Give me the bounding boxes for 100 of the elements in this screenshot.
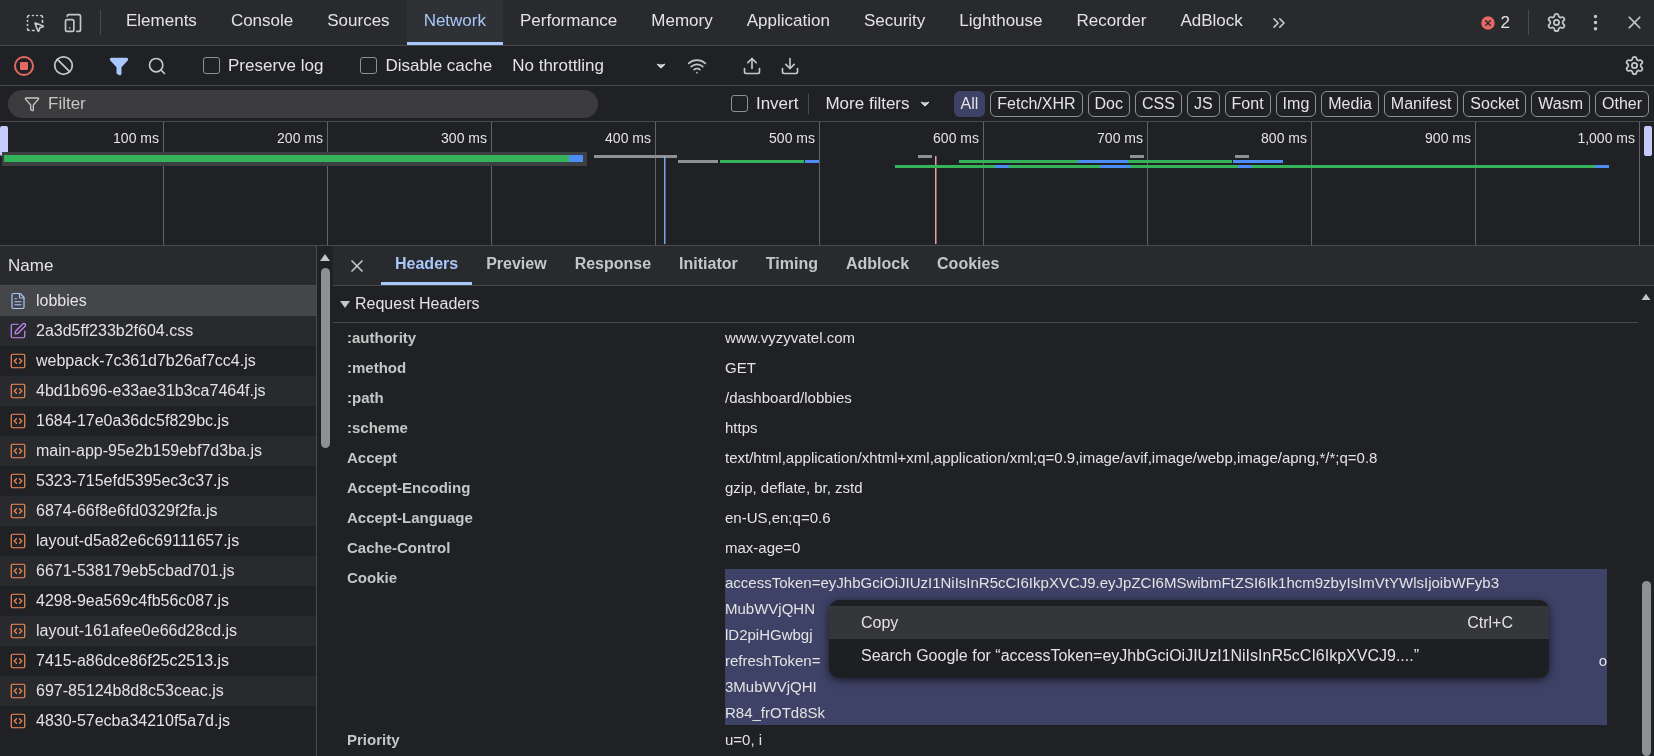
document-icon <box>9 292 27 310</box>
type-filter-button[interactable]: Other <box>1595 90 1649 117</box>
upload-icon[interactable] <box>741 55 762 76</box>
panel-tab[interactable]: Console <box>213 0 311 45</box>
type-filter-button[interactable]: Font <box>1224 90 1271 117</box>
settings-icon[interactable] <box>1624 55 1645 76</box>
request-name: layout-d5a82e6c69111657.js <box>36 532 240 550</box>
time-tick-label: 600 ms <box>933 130 979 146</box>
header-value: GET <box>725 359 757 376</box>
details-tab[interactable]: Cookies <box>923 246 1014 285</box>
scrollbar-thumb[interactable] <box>1641 580 1651 756</box>
settings-icon[interactable] <box>1546 12 1567 33</box>
checkbox[interactable] <box>203 57 220 74</box>
panel-tab[interactable]: Performance <box>503 0 635 45</box>
panel-tab[interactable]: Memory <box>634 0 730 45</box>
details-tab[interactable]: Response <box>560 246 666 285</box>
script-icon <box>9 652 27 670</box>
header-value: o <box>1598 651 1607 669</box>
details-tab[interactable]: Preview <box>472 246 561 285</box>
request-row[interactable]: layout-161afee0e66d28cd.js <box>0 616 316 646</box>
checkbox-label: Disable cache <box>385 55 493 76</box>
stylesheet-icon <box>9 322 27 340</box>
header-name: Cache-Control <box>347 539 452 556</box>
panel-tab[interactable]: Network <box>406 0 503 45</box>
script-icon <box>9 502 27 520</box>
inspect-icon[interactable] <box>25 12 45 33</box>
script-icon <box>9 352 27 370</box>
header-value: gzip, deflate, br, zstd <box>725 479 864 496</box>
request-row[interactable]: main-app-95e2b159ebf7d3ba.js <box>0 436 316 466</box>
throttling-dropdown[interactable]: No throttling <box>502 55 678 76</box>
checkbox-label: Preserve log <box>228 55 324 76</box>
request-row[interactable]: 6671-538179eb5cbad701.js <box>0 556 316 586</box>
request-row[interactable]: lobbies <box>0 286 316 316</box>
menu-item[interactable]: Search Google for “accessToken=eyJhbGciOiJIUzI1NiIsInR5cCI6IkpXVCJ9....” <box>829 639 1549 672</box>
panel-tab[interactable]: Recorder <box>1059 0 1164 45</box>
panel-tab[interactable]: Application <box>729 0 847 45</box>
download-icon[interactable] <box>779 55 800 76</box>
request-row[interactable]: 6874-66f8e6fd0329f2fa.js <box>0 496 316 526</box>
script-icon <box>9 592 27 610</box>
request-name: 4830-57ecba34210f5a7d.js <box>36 712 230 730</box>
request-name: 6671-538179eb5cbad701.js <box>36 562 235 580</box>
details-tab[interactable]: Initiator <box>665 246 752 285</box>
type-filter-button[interactable]: Fetch/XHR <box>990 90 1083 117</box>
header-name: Accept <box>347 449 399 466</box>
request-name: 1684-17e0a36dc5f829bc.js <box>36 412 230 430</box>
scroll-up-icon <box>1640 292 1652 301</box>
filter-icon <box>24 95 40 112</box>
device-toolbar-icon[interactable] <box>63 12 83 33</box>
script-icon <box>9 412 27 430</box>
header-value: u=0, i <box>725 731 764 748</box>
details-tab[interactable]: Headers <box>381 246 473 285</box>
type-filter-button[interactable]: Img <box>1275 90 1317 117</box>
request-row[interactable]: 2a3d5ff233b2f604.css <box>0 316 316 346</box>
scroll-up-icon <box>319 252 331 262</box>
filter-icon[interactable] <box>109 55 129 76</box>
type-filter-button[interactable]: Manifest <box>1383 90 1459 117</box>
menu-item[interactable]: Copy Ctrl+C <box>829 606 1549 639</box>
type-filter-button[interactable]: Doc <box>1087 90 1130 117</box>
header-value: R84_frOTd8Sk <box>725 703 826 721</box>
search-icon[interactable] <box>147 55 167 76</box>
type-filter-button[interactable]: CSS <box>1135 90 1182 117</box>
checkbox-label: Invert <box>755 93 799 114</box>
header-value: /dashboard/lobbies <box>725 389 853 406</box>
error-icon <box>1478 13 1497 32</box>
section-title[interactable]: Request Headers <box>355 295 480 313</box>
panel-tab[interactable]: Security <box>846 0 943 45</box>
filter-field[interactable]: Filter <box>8 89 598 118</box>
clear-icon[interactable] <box>53 55 74 76</box>
scrollbar-thumb[interactable] <box>320 268 330 448</box>
panel-tab[interactable]: AdBlock <box>1163 0 1260 45</box>
record-icon[interactable] <box>13 54 35 77</box>
type-filter-button[interactable]: Socket <box>1463 90 1527 117</box>
more-filters-dropdown[interactable]: More filters <box>808 93 954 114</box>
column-header[interactable]: Name <box>8 255 54 276</box>
checkbox[interactable] <box>360 57 378 74</box>
panel-tab[interactable]: Lighthouse <box>942 0 1060 45</box>
request-row[interactable]: 4bd1b696-e33ae31b3ca7464f.js <box>0 376 316 406</box>
checkbox[interactable] <box>730 95 748 112</box>
panel-tab[interactable]: Sources <box>310 0 407 45</box>
request-row[interactable]: 697-85124b8d8c53ceac.js <box>0 676 316 706</box>
header-name: Accept-Encoding <box>347 479 472 496</box>
header-value: refreshToken= <box>725 651 821 669</box>
request-name: 697-85124b8d8c53ceac.js <box>36 682 224 700</box>
time-tick-label: 900 ms <box>1425 130 1471 146</box>
type-filter-button[interactable]: All <box>953 90 986 117</box>
type-filter-button[interactable]: Media <box>1321 90 1379 117</box>
request-name: lobbies <box>36 292 87 310</box>
panel-tab[interactable]: Elements <box>109 0 214 45</box>
error-count[interactable]: 2 <box>1500 12 1510 33</box>
details-tab[interactable]: Adblock <box>831 246 924 285</box>
request-name: layout-161afee0e66d28cd.js <box>36 622 238 640</box>
request-name: 2a3d5ff233b2f604.css <box>36 322 194 340</box>
header-name: :path <box>347 389 385 406</box>
script-icon <box>9 442 27 460</box>
header-value: www.vyzyvatel.com <box>725 329 857 346</box>
details-tab[interactable]: Timing <box>751 246 832 285</box>
time-tick-label: 200 ms <box>277 130 323 146</box>
time-tick-label: 700 ms <box>1097 130 1143 146</box>
type-filter-button[interactable]: JS <box>1186 90 1220 117</box>
type-filter-button[interactable]: Wasm <box>1531 90 1590 117</box>
